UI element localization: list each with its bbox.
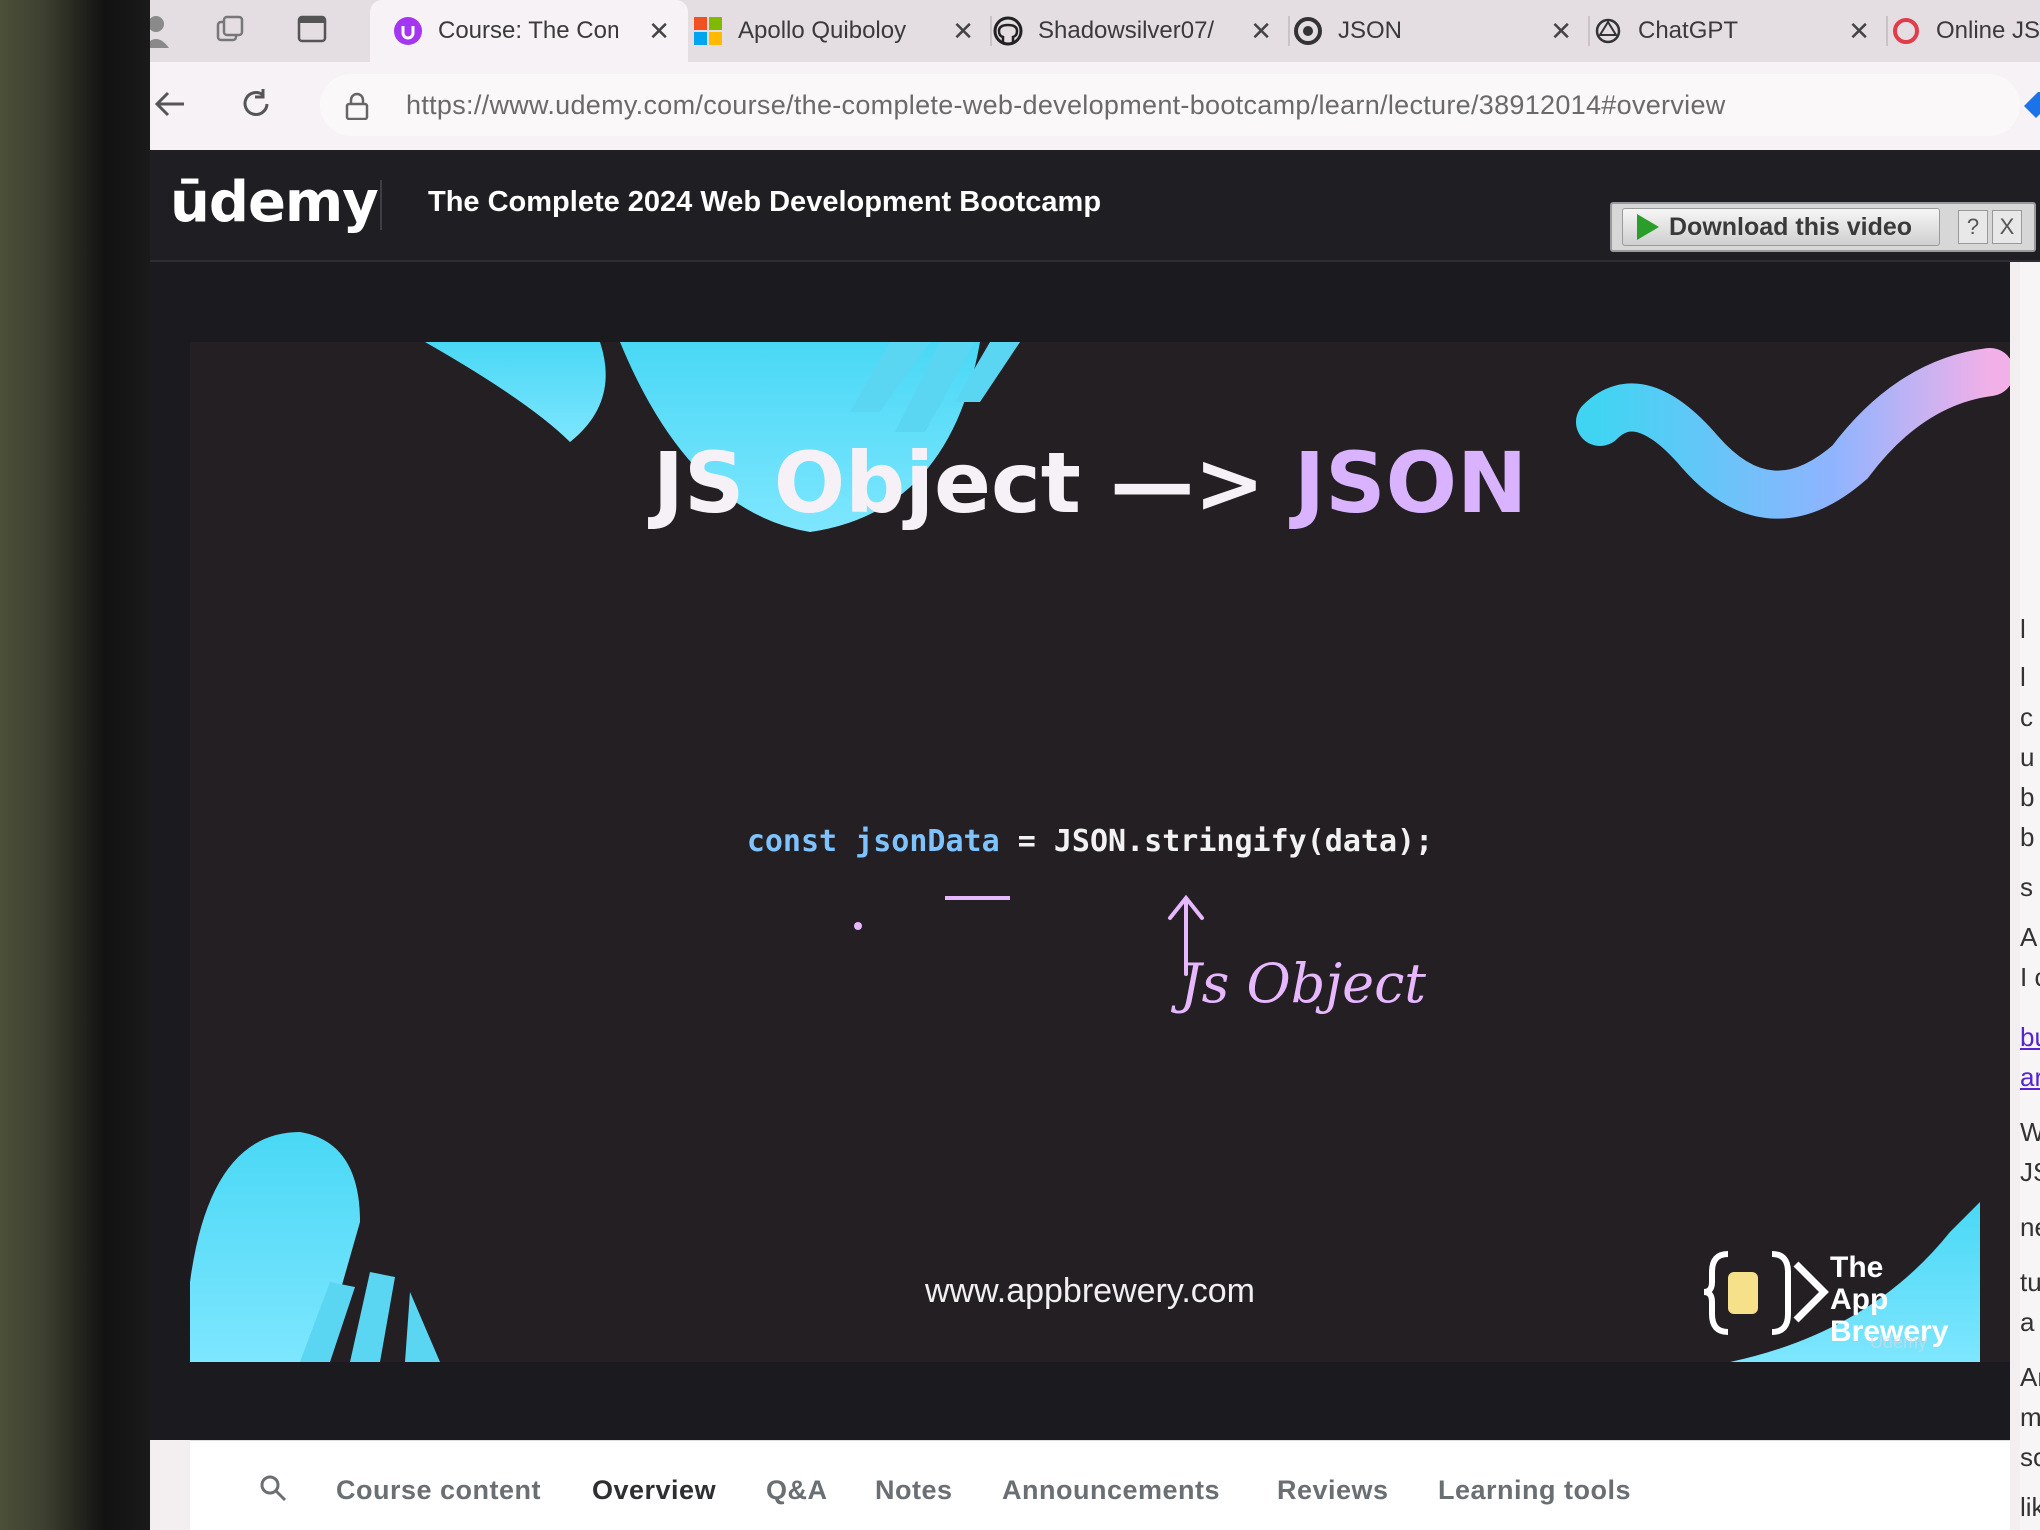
tab-overview[interactable]: Overview xyxy=(592,1475,716,1506)
transcript-fragment: son xyxy=(2020,1442,2040,1472)
tab-online-json[interactable]: Online JSO xyxy=(1880,0,2040,62)
tab-apollo[interactable]: Apollo Quiboloy ✕ xyxy=(680,0,992,62)
udemy-logo[interactable]: ūdemy xyxy=(170,170,379,235)
vertical-tabs-icon[interactable] xyxy=(294,14,330,50)
transcript-fragment: ne xyxy=(2020,1212,2040,1242)
tab-learning-tools[interactable]: Learning tools xyxy=(1438,1475,1631,1506)
code-expression: = JSON.stringify(data); xyxy=(999,824,1434,859)
header-divider xyxy=(380,180,382,230)
tab-github[interactable]: Shadowsilver07/ ✕ xyxy=(982,0,1290,62)
transcript-fragment: tur xyxy=(2020,1267,2040,1297)
close-download-bar-button[interactable]: X xyxy=(1992,210,2022,244)
tab-title: ChatGPT xyxy=(1638,17,1739,44)
chatgpt-favicon xyxy=(1592,15,1624,47)
monitor-bezel xyxy=(0,0,150,1530)
transcript-fragment: JS xyxy=(2020,1157,2040,1187)
udemy-watermark: Udemy xyxy=(1870,1332,1928,1352)
play-icon xyxy=(1637,214,1659,240)
tab-notes[interactable]: Notes xyxy=(875,1475,953,1506)
price-tag-icon[interactable] xyxy=(2020,88,2040,122)
transcript-fragment: A xyxy=(2020,922,2038,952)
slide-title-left: JS Object —> xyxy=(652,434,1294,532)
refresh-icon[interactable] xyxy=(236,86,276,126)
tab-title: Course: The Com xyxy=(438,17,618,44)
transcript-fragment: me xyxy=(2020,1402,2040,1432)
transcript-link[interactable]: bu xyxy=(2020,1022,2040,1053)
transcript-fragment: I c xyxy=(2020,962,2040,992)
tab-course-content[interactable]: Course content xyxy=(336,1475,541,1506)
lecture-slide: JS Object —> JSON const jsonData = JSON.… xyxy=(190,342,2010,1362)
close-tab-icon[interactable]: ✕ xyxy=(952,16,974,47)
download-video-button[interactable]: Download this video xyxy=(1622,208,1940,246)
github-favicon xyxy=(992,15,1024,47)
browser-window: Course: The Com ✕ Apollo Quiboloy ✕ Shad… xyxy=(150,0,2040,1530)
close-tab-icon[interactable]: ✕ xyxy=(1250,16,1272,47)
tab-udemy-course[interactable]: Course: The Com ✕ xyxy=(370,0,688,62)
close-tab-icon[interactable]: ✕ xyxy=(1550,16,1572,47)
udemy-favicon xyxy=(392,15,424,47)
handwritten-annotation: Js Object xyxy=(1180,952,1427,1015)
url-text[interactable]: https://www.udemy.com/course/the-complet… xyxy=(406,90,1726,121)
close-tab-icon[interactable]: ✕ xyxy=(1848,16,1870,47)
online-json-favicon xyxy=(1890,15,1922,47)
transcript-fragment: Anc xyxy=(2020,1362,2040,1392)
video-player[interactable]: JS Object —> JSON const jsonData = JSON.… xyxy=(150,262,2010,1440)
help-button[interactable]: ? xyxy=(1958,210,1988,244)
course-tab-bar: Course content Overview Q&A Notes Announ… xyxy=(190,1440,2010,1530)
course-title[interactable]: The Complete 2024 Web Development Bootca… xyxy=(428,186,1101,219)
tab-title: Online JSO xyxy=(1936,17,2040,44)
profile-icon[interactable] xyxy=(150,14,174,50)
address-toolbar: https://www.udemy.com/course/the-complet… xyxy=(150,62,2040,150)
lock-icon[interactable] xyxy=(344,92,370,121)
logo-text: ūdemy xyxy=(170,170,379,235)
transcript-fragment: W xyxy=(2020,1117,2040,1147)
tab-title: Shadowsilver07/ xyxy=(1038,17,1215,44)
tab-announcements[interactable]: Announcements xyxy=(1002,1475,1220,1506)
transcript-link[interactable]: ar xyxy=(2020,1062,2040,1093)
slide-title: JS Object —> JSON xyxy=(190,434,1990,532)
download-video-bar: Download this video ? X xyxy=(1610,202,2036,252)
tab-title: Apollo Quiboloy xyxy=(738,17,907,44)
transcript-fragment: l xyxy=(2020,662,2026,692)
code-line: const jsonData = JSON.stringify(data); xyxy=(190,824,1990,859)
transcript-fragment: u xyxy=(2020,742,2035,772)
transcript-fragment: l xyxy=(2020,614,2026,644)
download-label: Download this video xyxy=(1669,212,1913,241)
course-header: ūdemy The Complete 2024 Web Development … xyxy=(150,150,2040,262)
transcript-fragment: b xyxy=(2020,822,2035,852)
json-favicon xyxy=(1292,15,1324,47)
transcript-panel[interactable]: l l c u b b s A I c bu ar W JS ne tur a … xyxy=(2020,262,2040,1530)
transcript-fragment: s xyxy=(2020,872,2033,902)
tab-title: JSON xyxy=(1338,17,1403,44)
close-tab-icon[interactable]: ✕ xyxy=(648,16,670,47)
tab-json[interactable]: JSON ✕ xyxy=(1282,0,1590,62)
transcript-fragment: like xyxy=(2020,1492,2040,1522)
slide-title-right: JSON xyxy=(1293,434,1528,532)
brand-line-1: The xyxy=(1830,1251,1884,1284)
transcript-fragment: a JS xyxy=(2020,1307,2040,1337)
code-keyword: const jsonData xyxy=(746,824,1000,859)
transcript-fragment: b xyxy=(2020,782,2035,812)
windows-favicon xyxy=(692,15,724,47)
tab-chatgpt[interactable]: ChatGPT ✕ xyxy=(1582,0,1888,62)
address-bar[interactable]: https://www.udemy.com/course/the-complet… xyxy=(320,74,2040,136)
tab-qa[interactable]: Q&A xyxy=(766,1475,828,1506)
tab-strip: Course: The Com ✕ Apollo Quiboloy ✕ Shad… xyxy=(150,0,2040,62)
workspaces-icon[interactable] xyxy=(212,14,248,50)
transcript-fragment: c xyxy=(2020,702,2033,732)
back-arrow-icon[interactable] xyxy=(150,86,190,126)
tab-reviews[interactable]: Reviews xyxy=(1277,1475,1389,1506)
search-icon[interactable] xyxy=(258,1473,288,1508)
